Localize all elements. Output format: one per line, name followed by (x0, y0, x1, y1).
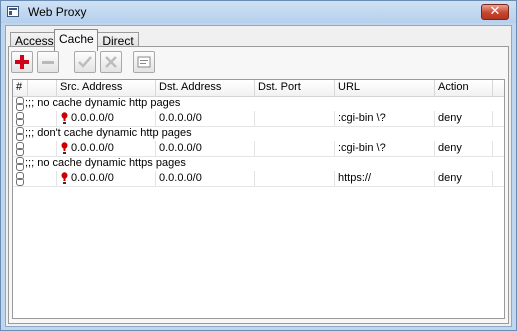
cell-src-address: 0.0.0.0/0 (57, 171, 156, 186)
remove-button[interactable] (37, 51, 59, 73)
title-bar[interactable]: Web Proxy ✕ (1, 1, 516, 23)
disable-button[interactable] (100, 51, 122, 73)
cell-flags (28, 171, 57, 186)
src-address-value: 0.0.0.0/0 (71, 172, 114, 184)
src-address-value: 0.0.0.0/0 (71, 142, 114, 154)
window-title: Web Proxy (28, 5, 87, 19)
rule-comment: ;;; no cache dynamic http pages (25, 97, 181, 109)
warning-icon (61, 112, 68, 124)
cell-action: deny (435, 171, 493, 186)
col-dst-address[interactable]: Dst. Address (156, 80, 255, 96)
cell-flags (28, 111, 57, 126)
col-url[interactable]: URL (335, 80, 435, 96)
web-proxy-window: Web Proxy ✕ Access Cache Direct # Src. A… (0, 0, 517, 331)
add-button[interactable] (11, 51, 33, 73)
cell-url: https:// (335, 171, 435, 186)
cell-action: deny (435, 111, 493, 126)
add-icon (15, 55, 29, 69)
cell-url: :cgi-bin \? (335, 141, 435, 156)
rule-comment: ;;; no cache dynamic https pages (25, 157, 186, 169)
table-row[interactable]: 0.0.0.0/0 0.0.0.0/0 :cgi-bin \? deny (13, 141, 504, 157)
col-flags[interactable] (28, 80, 57, 96)
disable-icon (105, 56, 117, 68)
window-client: Access Cache Direct # Src. Address Dst. … (5, 25, 512, 327)
comment-button[interactable] (133, 51, 155, 73)
comment-icon (137, 56, 151, 68)
comment-row[interactable]: ;;; no cache dynamic https pages (13, 156, 504, 171)
cell-dst-address: 0.0.0.0/0 (156, 111, 255, 126)
warning-icon (61, 172, 68, 184)
comment-row[interactable]: ;;; no cache dynamic http pages (13, 96, 504, 111)
cell-dst-address: 0.0.0.0/0 (156, 171, 255, 186)
rules-table: # Src. Address Dst. Address Dst. Port UR… (12, 79, 505, 319)
enable-button[interactable] (74, 51, 96, 73)
col-dst-port[interactable]: Dst. Port (255, 80, 335, 96)
cell-action: deny (435, 141, 493, 156)
warning-icon (61, 142, 68, 154)
cell-dst-port (255, 111, 335, 126)
chain-icon (16, 157, 24, 171)
chain-icon (16, 127, 24, 141)
chain-icon (16, 142, 24, 156)
cell-src-address: 0.0.0.0/0 (57, 111, 156, 126)
enable-icon (78, 56, 92, 68)
table-row[interactable]: 0.0.0.0/0 0.0.0.0/0 https:// deny (13, 171, 504, 187)
chain-icon (16, 172, 24, 186)
col-number[interactable]: # (13, 80, 28, 96)
cell-dst-port (255, 141, 335, 156)
cell-dst-address: 0.0.0.0/0 (156, 141, 255, 156)
window-icon (7, 6, 19, 17)
col-src-address[interactable]: Src. Address (57, 80, 156, 96)
cell-flags (28, 141, 57, 156)
table-header: # Src. Address Dst. Address Dst. Port UR… (13, 80, 504, 97)
chain-icon (16, 112, 24, 126)
remove-icon (42, 61, 54, 64)
src-address-value: 0.0.0.0/0 (71, 112, 114, 124)
cell-src-address: 0.0.0.0/0 (57, 141, 156, 156)
cell-dst-port (255, 171, 335, 186)
rule-comment: ;;; don't cache dynamic http pages (25, 127, 192, 139)
table-row[interactable]: 0.0.0.0/0 0.0.0.0/0 :cgi-bin \? deny (13, 111, 504, 127)
col-action[interactable]: Action (435, 80, 493, 96)
cache-tab-panel: # Src. Address Dst. Address Dst. Port UR… (8, 46, 509, 324)
comment-row[interactable]: ;;; don't cache dynamic http pages (13, 126, 504, 141)
tab-cache[interactable]: Cache (54, 29, 98, 51)
chain-icon (16, 97, 24, 111)
close-button[interactable]: ✕ (481, 4, 509, 20)
cell-url: :cgi-bin \? (335, 111, 435, 126)
